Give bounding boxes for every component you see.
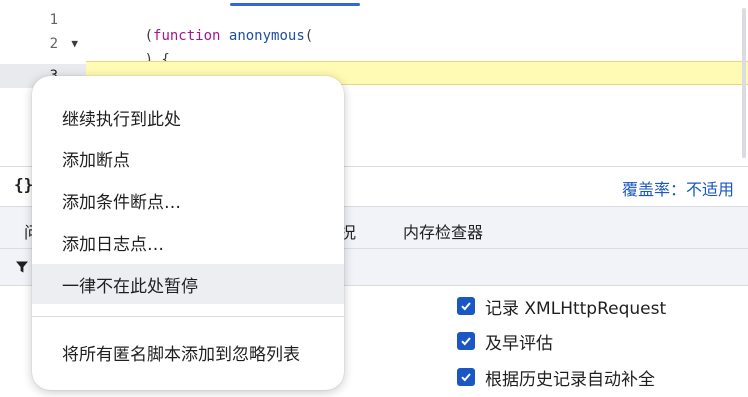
filter-icon[interactable] (15, 260, 29, 274)
active-tab-indicator (230, 3, 360, 6)
gutter-line-2[interactable]: 2 ▼ (0, 32, 86, 56)
editor-scrollbar[interactable] (742, 8, 748, 166)
setting-label: 及早评估 (485, 333, 553, 354)
checkbox-checked-icon[interactable] (457, 332, 475, 350)
line-context-menu: 继续执行到此处 添加断点 添加条件断点… 添加日志点… 一律不在此处暂停 将所有… (32, 76, 344, 390)
menu-item-label: 添加条件断点… (62, 192, 181, 213)
code-line-2[interactable]: ) { (86, 32, 748, 68)
menu-item-label: 添加日志点… (62, 234, 164, 255)
fold-arrow-icon[interactable]: ▼ (71, 37, 78, 50)
code-line-1[interactable]: (function anonymous( (86, 8, 748, 44)
setting-label: 根据历史记录自动补全 (485, 369, 655, 390)
setting-autocomplete-from-history[interactable]: 根据历史记录自动补全 (457, 364, 655, 390)
menu-item-never-pause-here[interactable]: 一律不在此处暂停 (32, 264, 344, 304)
menu-item-continue-to-here[interactable]: 继续执行到此处 (32, 97, 344, 137)
checkbox-checked-icon[interactable] (457, 297, 475, 315)
gutter-line-1[interactable]: 1 (0, 8, 86, 32)
scrollbar-thumb[interactable] (742, 8, 746, 158)
setting-label: 记录 XMLHttpRequest (485, 298, 667, 319)
menu-separator (32, 316, 344, 317)
menu-item-add-conditional-breakpoint[interactable]: 添加条件断点… (32, 180, 344, 220)
drawer-tab-memory-inspector[interactable]: 内存检查器 (403, 219, 483, 243)
menu-item-label: 继续执行到此处 (62, 109, 181, 130)
menu-item-add-logpoint[interactable]: 添加日志点… (32, 222, 344, 262)
checkbox-checked-icon[interactable] (457, 368, 475, 386)
coverage-status[interactable]: 覆盖率：不适用 (622, 176, 734, 200)
menu-item-label: 一律不在此处暂停 (62, 276, 198, 297)
menu-item-add-anonymous-scripts-to-ignore-list[interactable]: 将所有匿名脚本添加到忽略列表 (32, 332, 344, 372)
line-number: 2 (49, 36, 58, 52)
setting-eager-evaluation[interactable]: 及早评估 (457, 328, 553, 354)
setting-log-xmlhttprequest[interactable]: 记录 XMLHttpRequest (457, 293, 666, 319)
pretty-print-button[interactable]: {} (14, 175, 33, 194)
menu-item-label: 将所有匿名脚本添加到忽略列表 (62, 344, 300, 365)
menu-item-add-breakpoint[interactable]: 添加断点 (32, 138, 344, 178)
line-number: 1 (49, 12, 58, 28)
menu-item-label: 添加断点 (62, 150, 130, 171)
